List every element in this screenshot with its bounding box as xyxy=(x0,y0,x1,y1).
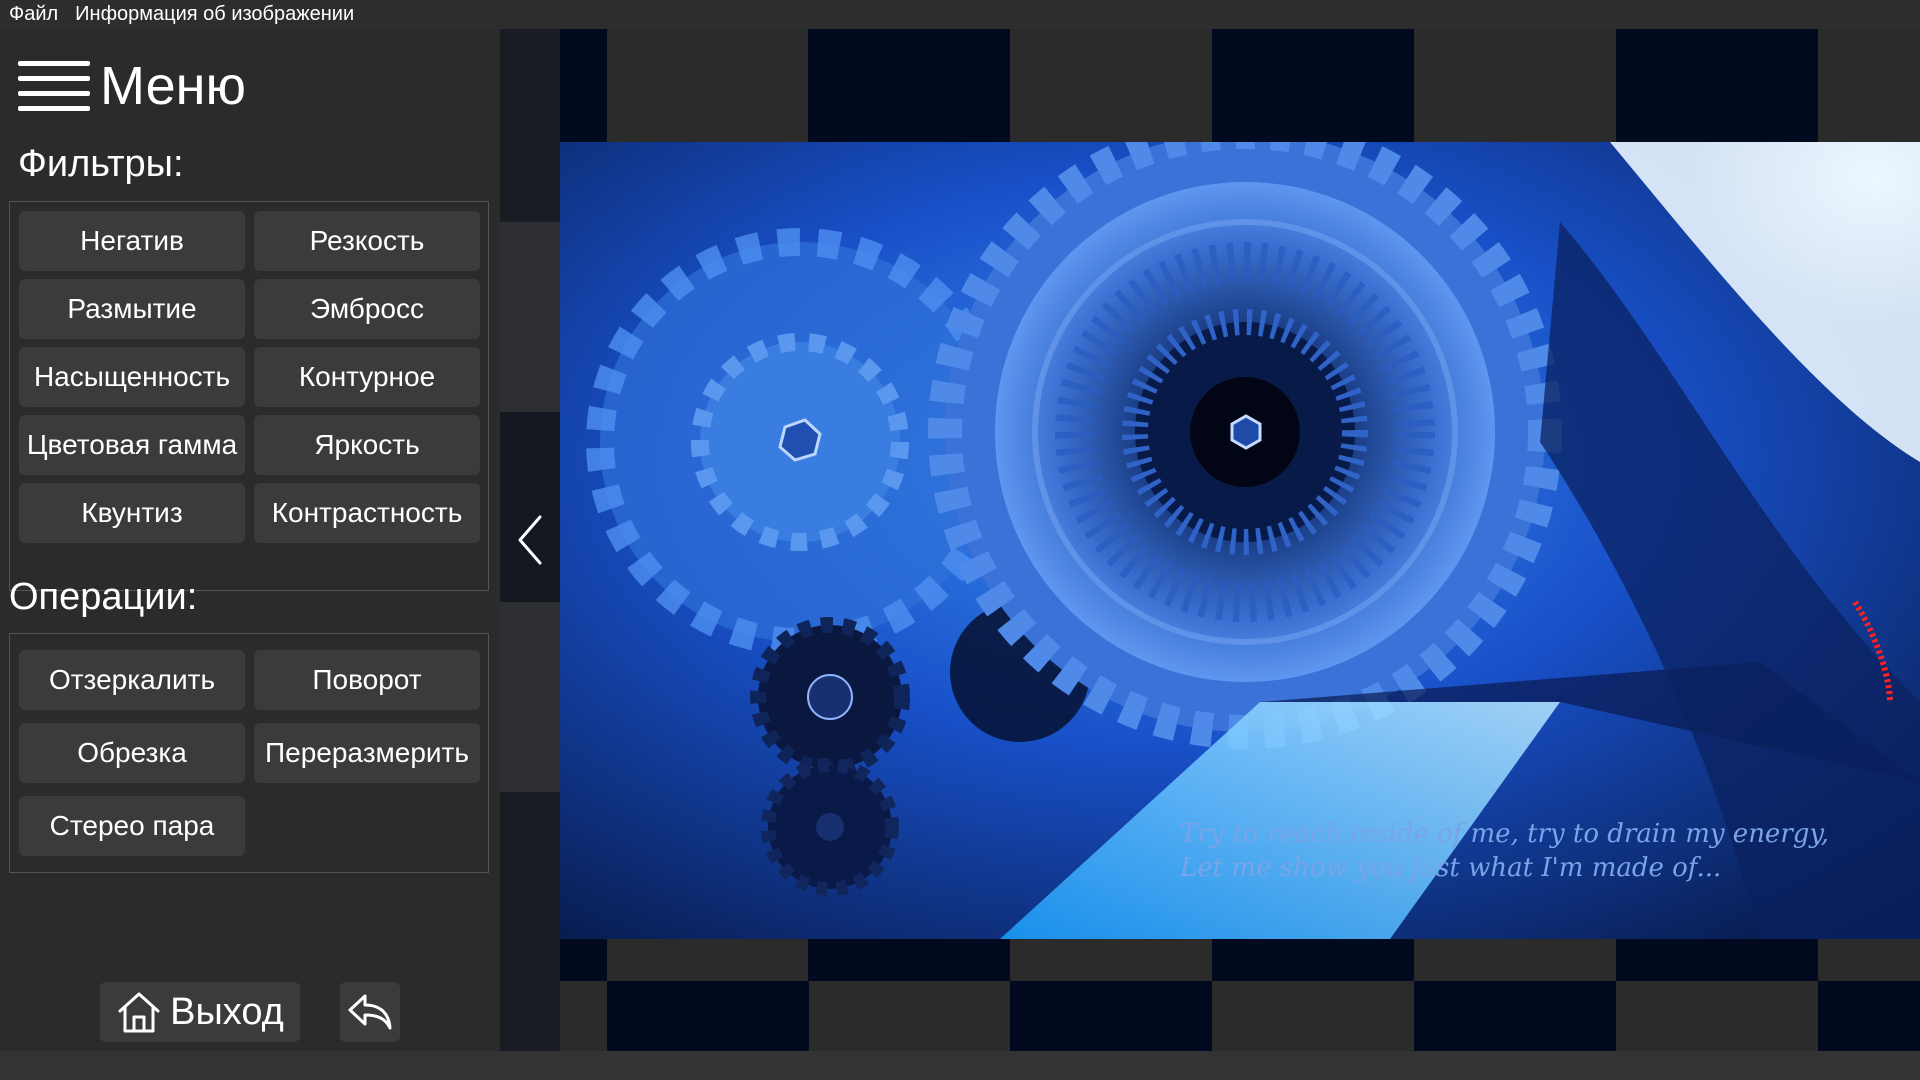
checker-cell xyxy=(1010,981,1212,1051)
gears-artwork: Try to reach inside of me, try to drain … xyxy=(560,142,1920,939)
checker-cell xyxy=(1414,981,1616,1051)
checker-cell xyxy=(1818,981,1920,1051)
home-icon xyxy=(118,992,160,1033)
image-caption-line-2: Let me show you just what I'm made of... xyxy=(1179,853,1721,883)
strip-segment xyxy=(500,792,560,1051)
filter-emboss-button[interactable]: Эмбросс xyxy=(254,279,480,339)
filter-color-gamma-button[interactable]: Цветовая гамма xyxy=(19,415,245,475)
menu-bar: Файл Информация об изображении xyxy=(0,0,1920,29)
operations-title: Операции: xyxy=(9,576,198,618)
menu-header[interactable]: Меню xyxy=(18,51,246,121)
collapse-strip[interactable] xyxy=(500,29,560,1051)
checker-cell xyxy=(607,981,809,1051)
filter-quantize-button[interactable]: Квунтиз xyxy=(19,483,245,543)
menu-title: Меню xyxy=(100,56,246,116)
mirror-button[interactable]: Отзеркалить xyxy=(19,650,245,710)
checker-cell xyxy=(1212,939,1414,981)
checker-cell xyxy=(560,29,607,142)
image-viewer[interactable]: Try to reach inside of me, try to drain … xyxy=(560,29,1920,1051)
stereo-pair-button[interactable]: Стерео пара xyxy=(19,796,245,856)
checker-cell xyxy=(1616,939,1818,981)
gears-image: Try to reach inside of me, try to drain … xyxy=(560,142,1920,939)
filter-negative-button[interactable]: Негатив xyxy=(19,211,245,271)
chevron-left-icon[interactable] xyxy=(515,514,545,566)
checker-cell xyxy=(1212,29,1414,142)
hamburger-icon[interactable] xyxy=(18,61,90,111)
filters-panel: Негатив Резкость Размытие Эмбросс Насыще… xyxy=(9,201,489,591)
operations-panel: Отзеркалить Поворот Обрезка Переразмерит… xyxy=(9,633,489,873)
checker-cell xyxy=(560,939,607,981)
filter-saturation-button[interactable]: Насыщенность xyxy=(19,347,245,407)
checker-cell xyxy=(1616,29,1818,142)
filter-sharpness-button[interactable]: Резкость xyxy=(254,211,480,271)
crop-button[interactable]: Обрезка xyxy=(19,723,245,783)
resize-button[interactable]: Переразмерить xyxy=(254,723,480,783)
filter-blur-button[interactable]: Размытие xyxy=(19,279,245,339)
undo-arrow-icon xyxy=(348,994,392,1030)
image-caption-line-1: Try to reach inside of me, try to drain … xyxy=(1180,819,1829,849)
filter-brightness-button[interactable]: Яркость xyxy=(254,415,480,475)
status-bar xyxy=(0,1051,1920,1080)
exit-label: Выход xyxy=(170,990,284,1033)
filter-contour-button[interactable]: Контурное xyxy=(254,347,480,407)
checker-cell xyxy=(808,939,1010,981)
strip-segment xyxy=(500,29,560,222)
rotate-button[interactable]: Поворот xyxy=(254,650,480,710)
filter-contrast-button[interactable]: Контрастность xyxy=(254,483,480,543)
exit-button[interactable]: Выход xyxy=(100,982,300,1042)
strip-segment xyxy=(500,222,560,412)
filters-title: Фильтры: xyxy=(18,143,184,185)
menu-file[interactable]: Файл xyxy=(9,0,58,29)
strip-segment xyxy=(500,412,560,602)
sidebar: Меню Фильтры: Негатив Резкость Размытие … xyxy=(0,29,500,1051)
undo-button[interactable] xyxy=(340,982,400,1042)
strip-segment xyxy=(500,602,560,792)
menu-image-info[interactable]: Информация об изображении xyxy=(75,0,354,29)
checker-cell xyxy=(808,29,1010,142)
